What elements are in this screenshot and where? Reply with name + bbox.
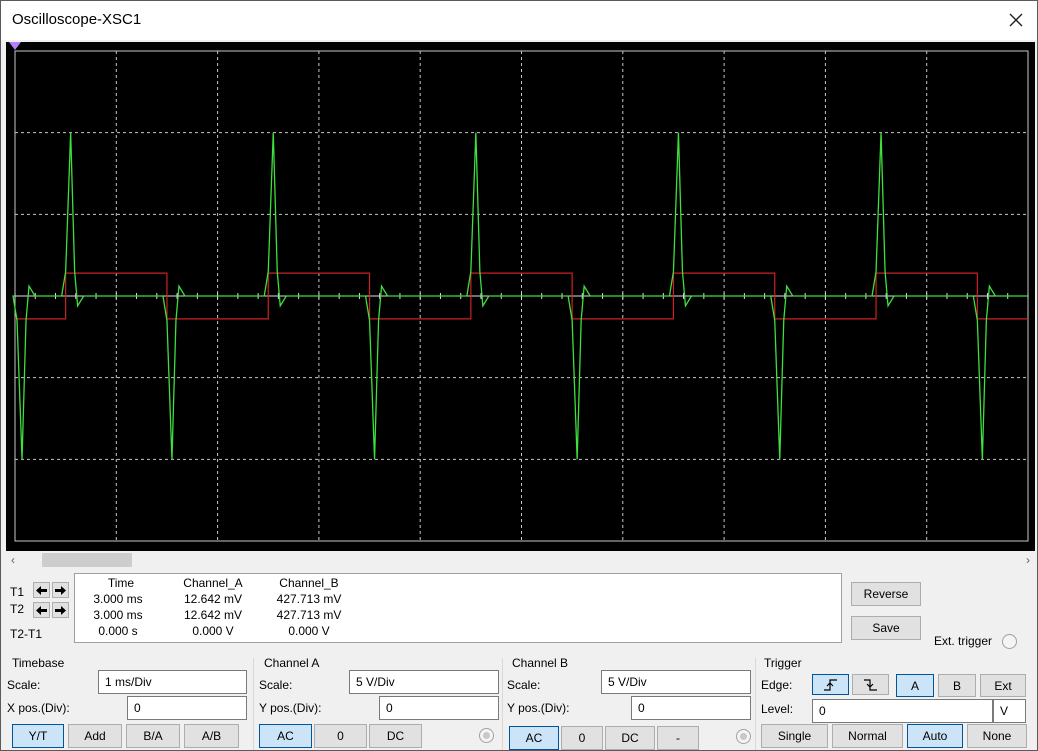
channel-a-zero-button[interactable]: 0 [314, 724, 367, 748]
arrow-right-icon [55, 585, 66, 595]
trigger-auto-button[interactable]: Auto [907, 724, 963, 748]
falling-edge-icon [863, 678, 877, 691]
ext-trigger-terminal[interactable] [1002, 634, 1017, 649]
channel-a-ac-button[interactable]: AC [259, 724, 312, 748]
scroll-left-icon[interactable]: ‹ [6, 551, 20, 569]
channel-b-zero-button[interactable]: 0 [561, 726, 603, 750]
channel-a-title: Channel A [264, 656, 320, 670]
channel-b-invert-button[interactable]: - [657, 726, 699, 750]
channel-a-ypos-label: Y pos.(Div): [259, 701, 322, 715]
timebase-scale-label: Scale: [7, 678, 41, 692]
arrow-right-icon [55, 605, 66, 615]
trigger-level-unit[interactable]: V [993, 699, 1026, 723]
trigger-level-field[interactable]: 0 [812, 699, 993, 723]
reverse-button[interactable]: Reverse [851, 582, 921, 606]
timebase-xpos-label: X pos.(Div): [7, 701, 70, 715]
channel-b-title: Channel B [512, 656, 569, 670]
group-separator [502, 658, 503, 750]
mode-yt-button[interactable]: Y/T [12, 724, 64, 748]
cursor-readout-panel: Time Channel_A Channel_B 3.000 ms 12.642… [74, 573, 842, 643]
mode-ba-button[interactable]: B/A [126, 724, 180, 748]
trigger-source-b-button[interactable]: B [938, 674, 976, 697]
t1-channel-b-value: 427.713 mV [276, 592, 342, 606]
channel-b-scale-label: Scale: [507, 678, 541, 692]
arrow-left-icon [36, 585, 47, 595]
horizontal-scrollbar[interactable]: ‹ › [6, 551, 1035, 569]
cursor-t1-label: T1 [10, 585, 25, 599]
group-separator [253, 658, 254, 750]
trigger-source-ext-button[interactable]: Ext [980, 674, 1026, 697]
t2-right-button[interactable] [52, 602, 69, 618]
mode-ab-button[interactable]: A/B [184, 724, 239, 748]
t2-channel-b-value: 427.713 mV [276, 608, 342, 622]
trigger-level-label: Level: [761, 702, 794, 716]
close-icon [1009, 13, 1023, 27]
group-separator [755, 658, 756, 750]
channel-b-dc-button[interactable]: DC [605, 726, 655, 750]
scope-plot [9, 42, 1029, 542]
title-bar: Oscilloscope-XSC1 [1, 1, 1037, 40]
header-channel-b: Channel_B [279, 576, 339, 590]
scroll-right-icon[interactable]: › [1021, 551, 1035, 569]
diff-channel-b-value: 0.000 V [288, 624, 330, 638]
trigger-none-button[interactable]: None [967, 724, 1027, 748]
header-channel-a: Channel_A [183, 576, 243, 590]
window-title: Oscilloscope-XSC1 [12, 11, 142, 28]
t1-left-button[interactable] [33, 582, 50, 598]
mode-add-button[interactable]: Add [68, 724, 122, 748]
timebase-title: Timebase [12, 656, 65, 670]
cursor-t1-marker [9, 42, 21, 50]
header-time: Time [107, 576, 135, 590]
channel-a-scale-field[interactable]: 5 V/Div [349, 670, 499, 694]
trigger-normal-button[interactable]: Normal [832, 724, 903, 748]
trigger-source-a-button[interactable]: A [896, 674, 934, 697]
timebase-xpos-field[interactable]: 0 [127, 696, 247, 720]
channel-a-terminal[interactable] [479, 728, 494, 743]
trigger-single-button[interactable]: Single [761, 724, 828, 748]
trigger-edge-label: Edge: [761, 678, 793, 692]
save-button[interactable]: Save [851, 616, 921, 640]
timebase-scale-field[interactable]: 1 ms/Div [98, 670, 247, 694]
close-button[interactable] [1001, 5, 1031, 35]
t1-channel-a-value: 12.642 mV [183, 592, 243, 606]
diff-channel-a-value: 0.000 V [192, 624, 234, 638]
channel-a-dc-button[interactable]: DC [369, 724, 422, 748]
channel-a-ypos-field[interactable]: 0 [379, 696, 499, 720]
scope-display[interactable] [6, 42, 1035, 551]
channel-b-scale-field[interactable]: 5 V/Div [601, 670, 751, 694]
t2-channel-a-value: 12.642 mV [183, 608, 243, 622]
rising-edge-button[interactable] [812, 674, 849, 695]
diff-time-value: 0.000 s [98, 624, 138, 638]
cursor-t2-label: T2 [10, 602, 25, 616]
t2-left-button[interactable] [33, 602, 50, 618]
channel-a-scale-label: Scale: [259, 678, 293, 692]
falling-edge-button[interactable] [852, 674, 889, 695]
channel-b-ypos-field[interactable]: 0 [631, 696, 751, 720]
t1-right-button[interactable] [52, 582, 69, 598]
rising-edge-icon [823, 678, 837, 691]
channel-b-ypos-label: Y pos.(Div): [507, 701, 570, 715]
channel-b-terminal[interactable] [736, 729, 751, 744]
trigger-title: Trigger [764, 656, 802, 670]
arrow-left-icon [36, 605, 47, 615]
t1-time-value: 3.000 ms [93, 592, 143, 606]
channel-b-ac-button[interactable]: AC [509, 726, 559, 750]
oscilloscope-window: Oscilloscope-XSC1 ‹ › T1 T2 T2-T1 Time C… [0, 0, 1038, 751]
ext-trigger-label: Ext. trigger [934, 634, 993, 648]
t2-time-value: 3.000 ms [93, 608, 143, 622]
cursor-diff-label: T2-T1 [10, 627, 43, 641]
scroll-thumb[interactable] [42, 553, 132, 567]
